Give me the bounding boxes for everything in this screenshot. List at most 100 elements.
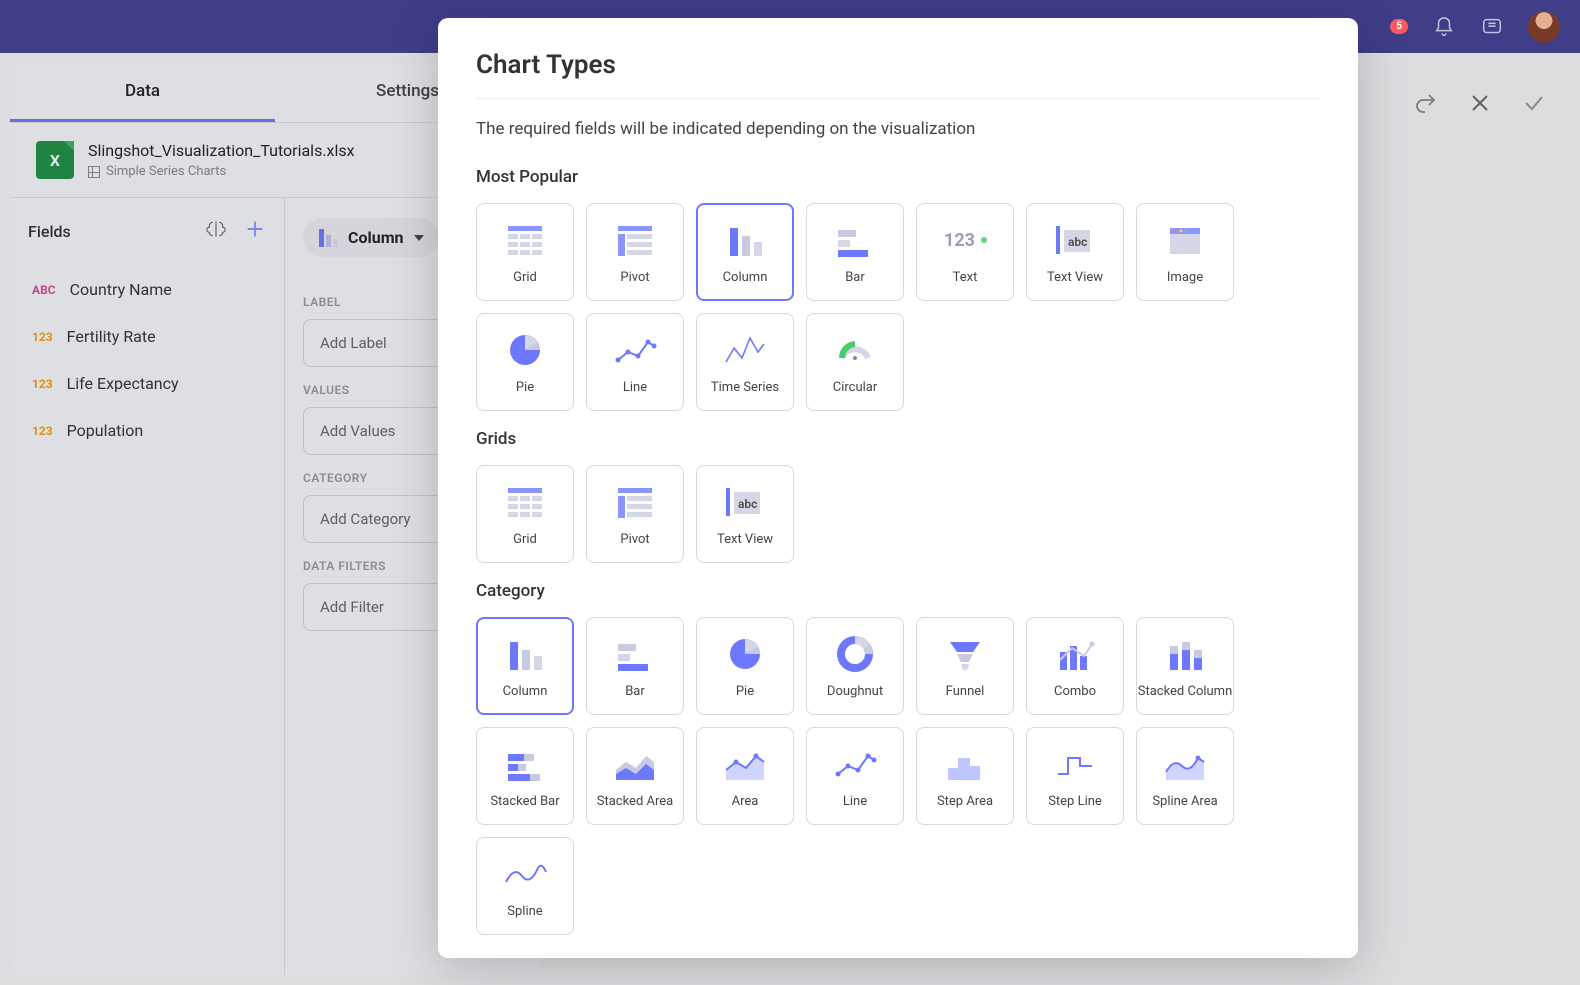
time-series-icon [720, 330, 770, 370]
chart-card-area[interactable]: Area [696, 727, 794, 825]
chart-card-image[interactable]: Image [1136, 203, 1234, 301]
chart-card-label: Stacked Column [1138, 684, 1233, 699]
modal-description: The required fields will be indicated de… [476, 119, 1320, 139]
grid-icon [500, 220, 550, 260]
chart-card-label: Stacked Bar [490, 794, 559, 809]
chart-card-label: Bar [845, 270, 865, 285]
chart-card-label: Time Series [711, 380, 779, 395]
chart-card-bar[interactable]: Bar [806, 203, 904, 301]
text-view-icon: abc [1050, 220, 1100, 260]
chart-card-grid[interactable]: Grid [476, 465, 574, 563]
chart-card-label: Pie [736, 684, 754, 699]
chart-card-label: Circular [833, 380, 878, 395]
chart-card-label: Bar [625, 684, 645, 699]
chart-card-label: Pie [516, 380, 534, 395]
column-icon [720, 220, 770, 260]
chart-card-stacked-bar[interactable]: Stacked Bar [476, 727, 574, 825]
stacked-column-icon [1160, 634, 1210, 674]
chart-card-label: Text [953, 270, 978, 285]
chart-card-label: Spline Area [1152, 794, 1217, 809]
step-line-icon [1050, 744, 1100, 784]
column-icon [500, 634, 550, 674]
section-most-popular: Most Popular [476, 167, 1320, 187]
chart-card-pivot[interactable]: Pivot [586, 465, 684, 563]
section-category: Category [476, 581, 1320, 601]
chart-card-pie[interactable]: Pie [696, 617, 794, 715]
chart-card-pie[interactable]: Pie [476, 313, 574, 411]
funnel-icon [940, 634, 990, 674]
chart-card-bar[interactable]: Bar [586, 617, 684, 715]
combo-icon [1050, 634, 1100, 674]
chart-card-combo[interactable]: Combo [1026, 617, 1124, 715]
chart-card-line[interactable]: Line [806, 727, 904, 825]
chart-card-label: Text View [1047, 270, 1103, 285]
chart-types-modal: Chart Types The required fields will be … [438, 18, 1358, 958]
pivot-icon [610, 482, 660, 522]
notif-badge[interactable]: 5 [1390, 19, 1408, 34]
image-icon [1160, 220, 1210, 260]
pivot-icon [610, 220, 660, 260]
chart-card-step-line[interactable]: Step Line [1026, 727, 1124, 825]
chart-card-circular[interactable]: Circular [806, 313, 904, 411]
chart-card-label: Text View [717, 532, 773, 547]
text-icon: 123 [940, 220, 990, 260]
modal-title: Chart Types [476, 50, 1320, 80]
chart-card-label: Funnel [946, 684, 985, 699]
chart-card-label: Spline [507, 904, 542, 919]
stacked-area-icon [610, 744, 660, 784]
chart-card-column[interactable]: Column [476, 617, 574, 715]
chart-card-pivot[interactable]: Pivot [586, 203, 684, 301]
avatar[interactable] [1528, 11, 1560, 43]
circular-icon [830, 330, 880, 370]
chart-card-label: Column [723, 270, 768, 285]
chart-card-label: Step Line [1048, 794, 1102, 809]
chart-card-label: Pivot [620, 532, 649, 547]
pie-icon [500, 330, 550, 370]
chart-card-label: Step Area [937, 794, 993, 809]
chart-card-line[interactable]: Line [586, 313, 684, 411]
chart-card-label: Grid [513, 270, 537, 285]
chart-card-time-series[interactable]: Time Series [696, 313, 794, 411]
chart-card-funnel[interactable]: Funnel [916, 617, 1014, 715]
stacked-bar-icon [500, 744, 550, 784]
svg-text:abc: abc [738, 497, 757, 511]
grid-icon [500, 482, 550, 522]
chart-card-label: Column [503, 684, 548, 699]
bar-icon [610, 634, 660, 674]
chart-card-label: Grid [513, 532, 537, 547]
step-area-icon [940, 744, 990, 784]
spline-icon [500, 854, 550, 894]
chart-card-label: Area [732, 794, 759, 809]
chart-card-grid[interactable]: Grid [476, 203, 574, 301]
chart-card-doughnut[interactable]: Doughnut [806, 617, 904, 715]
chart-card-label: Pivot [620, 270, 649, 285]
chart-card-label: Line [623, 380, 647, 395]
chart-card-text[interactable]: 123 Text [916, 203, 1014, 301]
bell-icon[interactable] [1432, 15, 1456, 39]
chart-card-step-area[interactable]: Step Area [916, 727, 1014, 825]
svg-text:123: 123 [944, 230, 975, 251]
chat-icon[interactable] [1480, 15, 1504, 39]
text-view-icon: abc [720, 482, 770, 522]
doughnut-icon [830, 634, 880, 674]
line-icon [830, 744, 880, 784]
chart-card-spline-area[interactable]: Spline Area [1136, 727, 1234, 825]
chart-card-stacked-column[interactable]: Stacked Column [1136, 617, 1234, 715]
spline-area-icon [1160, 744, 1210, 784]
pie-icon [720, 634, 770, 674]
chart-card-stacked-area[interactable]: Stacked Area [586, 727, 684, 825]
chart-card-spline[interactable]: Spline [476, 837, 574, 935]
chart-card-label: Combo [1054, 684, 1096, 699]
chart-card-text-view[interactable]: abc Text View [1026, 203, 1124, 301]
bar-icon [830, 220, 880, 260]
chart-card-label: Line [843, 794, 867, 809]
svg-text:abc: abc [1068, 235, 1087, 249]
chart-card-column[interactable]: Column [696, 203, 794, 301]
area-icon [720, 744, 770, 784]
chart-card-label: Image [1167, 270, 1203, 285]
chart-card-label: Doughnut [827, 684, 883, 699]
section-grids: Grids [476, 429, 1320, 449]
chart-card-label: Stacked Area [597, 794, 674, 809]
chart-card-text-view[interactable]: abc Text View [696, 465, 794, 563]
line-icon [610, 330, 660, 370]
